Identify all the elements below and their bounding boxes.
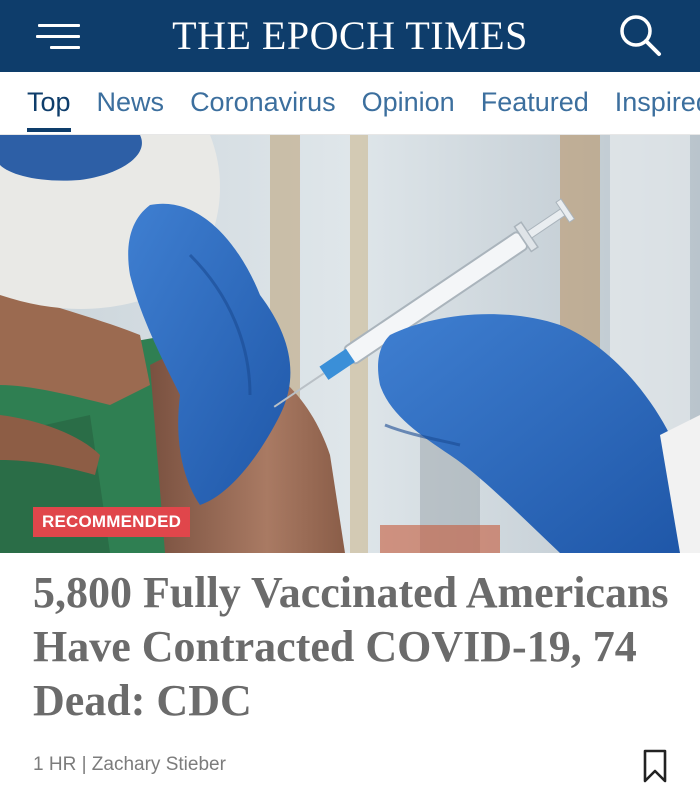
- bookmark-icon[interactable]: [641, 748, 669, 784]
- top-app-bar: THE EPOCH TIMES: [0, 0, 700, 72]
- tab-coronavirus[interactable]: Coronavirus: [190, 72, 336, 134]
- byline-separator: |: [81, 754, 87, 775]
- section-nav: Top News Coronavirus Opinion Featured Inspire…: [0, 72, 700, 135]
- article-byline: 1 HR | Zachary Stieber: [33, 754, 226, 776]
- article-hero-image[interactable]: [0, 135, 700, 553]
- section-tabs: Top News Coronavirus Opinion Featured Inspire…: [27, 72, 700, 134]
- menu-bar-line: [36, 35, 80, 38]
- menu-bar-line: [38, 24, 80, 27]
- tab-featured[interactable]: Featured: [481, 72, 589, 134]
- search-icon[interactable]: [614, 10, 666, 62]
- article-headline[interactable]: 5,800 Fully Vaccinated Americans Have Co…: [33, 566, 673, 728]
- recommended-badge: RECOMMENDED: [33, 507, 191, 537]
- tab-inspired[interactable]: Inspired: [615, 72, 700, 134]
- hamburger-menu-icon[interactable]: [30, 18, 80, 54]
- article-author[interactable]: Zachary Stieber: [92, 754, 226, 775]
- tab-top[interactable]: Top: [27, 72, 71, 134]
- brand-logo[interactable]: THE EPOCH TIMES: [120, 0, 580, 72]
- tab-news[interactable]: News: [97, 72, 165, 134]
- article-time: 1 HR: [33, 754, 77, 775]
- tab-opinion[interactable]: Opinion: [362, 72, 455, 134]
- menu-bar-line: [50, 46, 80, 49]
